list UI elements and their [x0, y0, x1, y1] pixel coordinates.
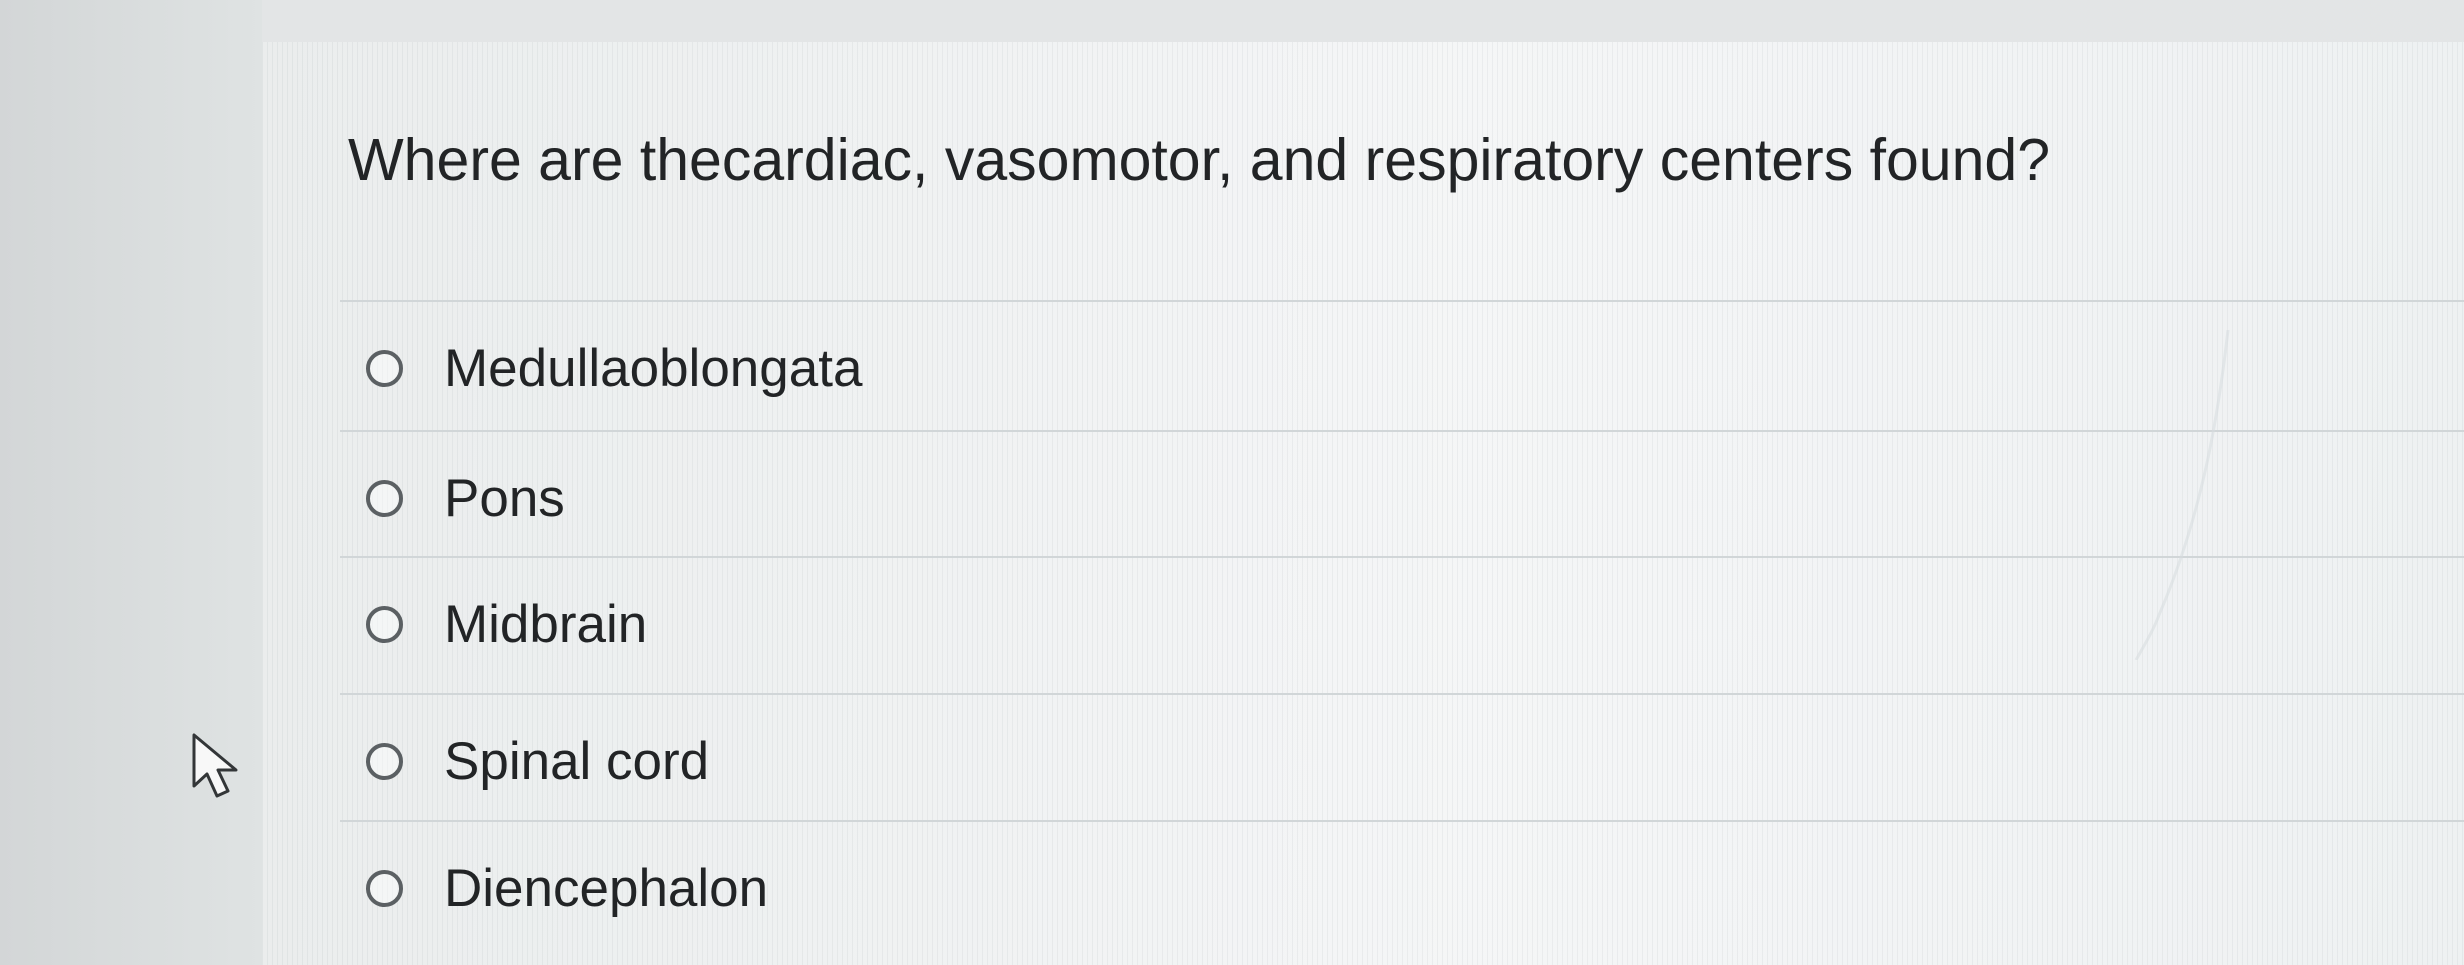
answer-label: Medullaoblongata — [444, 339, 863, 398]
mouse-pointer-icon — [192, 733, 238, 798]
answer-option-medullaoblongata[interactable]: Medullaoblongata — [340, 300, 2464, 426]
answer-label: Diencephalon — [444, 859, 769, 918]
answer-option-spinal-cord[interactable]: Spinal cord — [340, 693, 2464, 819]
answer-option-midbrain[interactable]: Midbrain — [340, 556, 2464, 682]
answer-option-diencephalon[interactable]: Diencephalon — [340, 820, 2464, 946]
radio-button[interactable] — [366, 870, 403, 907]
answer-label: Spinal cord — [444, 732, 710, 791]
radio-button[interactable] — [366, 480, 403, 517]
radio-button[interactable] — [366, 743, 403, 780]
radio-button[interactable] — [366, 350, 403, 387]
answer-option-pons[interactable]: Pons — [340, 430, 2464, 556]
answer-label: Midbrain — [444, 595, 648, 654]
radio-button[interactable] — [366, 606, 403, 643]
quiz-screen: Where are thecardiac, vasomotor, and res… — [0, 0, 2464, 965]
answer-label: Pons — [444, 469, 565, 528]
answer-options: Medullaoblongata Pons Midbrain Spinal co… — [0, 0, 2464, 965]
